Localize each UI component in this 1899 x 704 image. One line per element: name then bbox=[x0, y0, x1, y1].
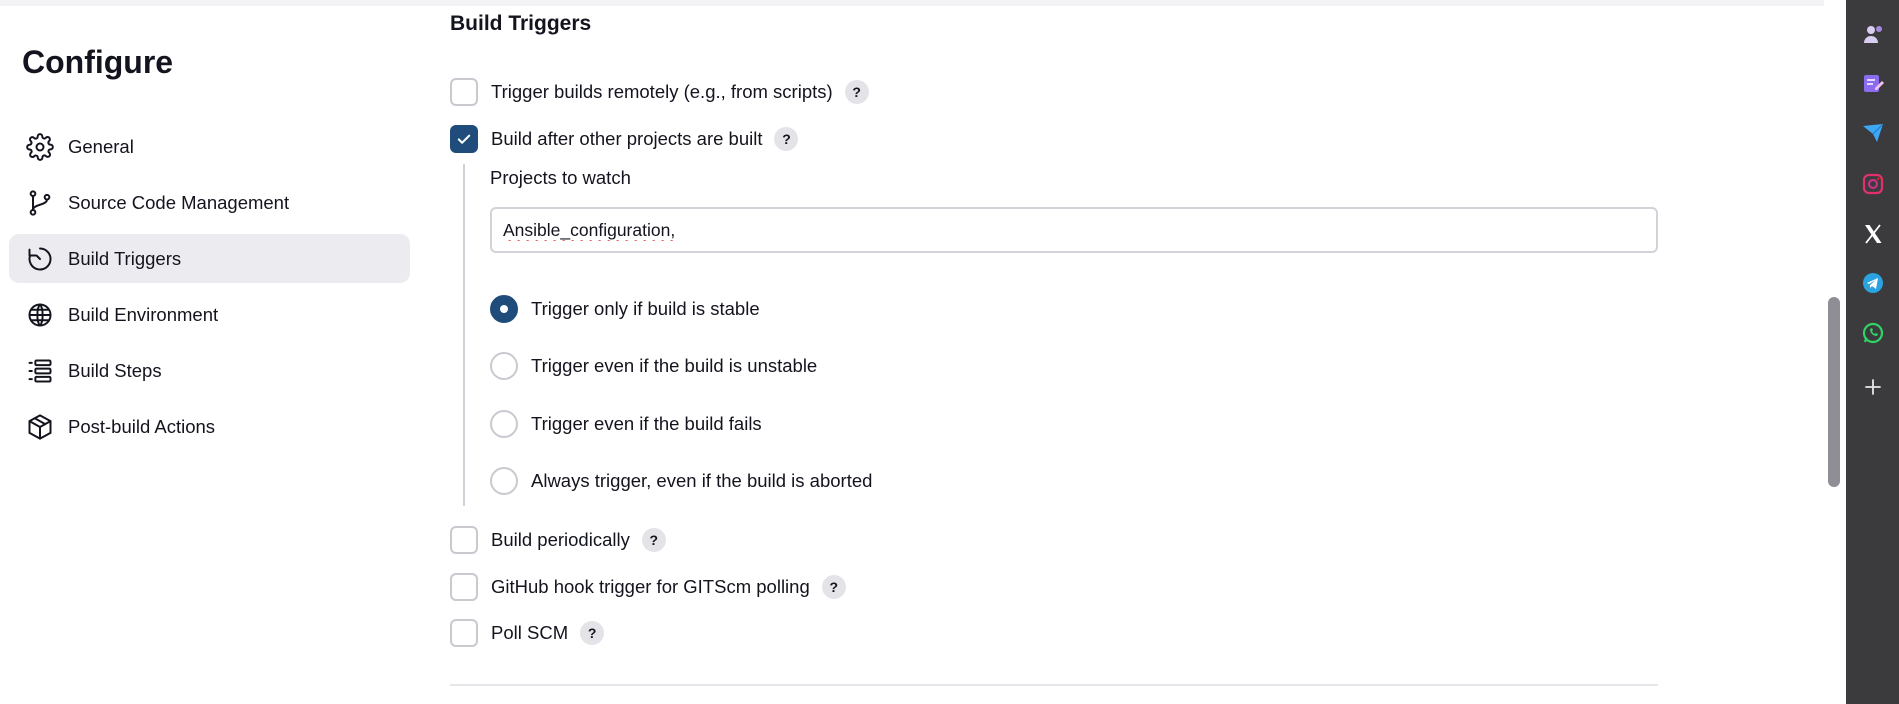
nav-item-source-code-management[interactable]: Source Code Management bbox=[9, 178, 410, 227]
nav-item-post-build-actions[interactable]: Post-build Actions bbox=[9, 402, 410, 451]
github-hook-row: GitHub hook trigger for GITScm polling ? bbox=[450, 573, 846, 601]
trigger-remote-checkbox[interactable] bbox=[450, 78, 478, 106]
nav-item-build-steps[interactable]: Build Steps bbox=[9, 346, 410, 395]
poll-scm-checkbox[interactable] bbox=[450, 619, 478, 647]
projects-to-watch-input[interactable] bbox=[490, 207, 1658, 253]
nav-item-label: Build Steps bbox=[68, 359, 162, 381]
poll-scm-label[interactable]: Poll SCM bbox=[491, 622, 568, 644]
help-icon[interactable]: ? bbox=[844, 80, 869, 104]
globe-icon bbox=[25, 300, 55, 330]
nav-item-label: General bbox=[68, 135, 134, 157]
scrollbar-thumb[interactable] bbox=[1828, 297, 1840, 487]
projects-to-watch-label: Projects to watch bbox=[490, 167, 631, 188]
send-icon[interactable] bbox=[1860, 120, 1886, 146]
section-divider bbox=[450, 684, 1658, 686]
clock-icon bbox=[25, 244, 55, 274]
build-after-other-label[interactable]: Build after other projects are built bbox=[491, 128, 762, 150]
profile-icon[interactable] bbox=[1860, 21, 1886, 47]
radio-dot bbox=[500, 305, 508, 313]
section-title: Build Triggers bbox=[450, 12, 592, 35]
check-icon bbox=[457, 134, 471, 144]
build-periodically-label[interactable]: Build periodically bbox=[491, 529, 630, 551]
radio-button[interactable] bbox=[490, 410, 518, 438]
x-icon[interactable] bbox=[1860, 221, 1886, 247]
trigger-option-label[interactable]: Trigger only if build is stable bbox=[531, 298, 760, 320]
top-strip bbox=[0, 0, 1824, 6]
trigger-option-label[interactable]: Trigger even if the build is unstable bbox=[531, 355, 817, 377]
nested-options-rule bbox=[463, 164, 465, 506]
add-icon[interactable] bbox=[1860, 374, 1886, 400]
trigger-remote-label[interactable]: Trigger builds remotely (e.g., from scri… bbox=[491, 81, 833, 103]
trigger-option-unstable[interactable]: Trigger even if the build is unstable bbox=[490, 352, 817, 380]
nav-item-label: Build Triggers bbox=[68, 247, 182, 269]
build-periodically-row: Build periodically ? bbox=[450, 526, 666, 554]
nav-item-label: Post-build Actions bbox=[68, 415, 216, 437]
whatsapp-icon[interactable] bbox=[1860, 320, 1886, 346]
poll-scm-row: Poll SCM ? bbox=[450, 619, 605, 647]
nav-item-general[interactable]: General bbox=[9, 122, 410, 171]
trigger-option-label[interactable]: Always trigger, even if the build is abo… bbox=[531, 470, 872, 492]
page-title: Configure bbox=[22, 44, 174, 80]
nav-item-label: Source Code Management bbox=[68, 191, 290, 213]
build-after-other-checkbox[interactable] bbox=[450, 125, 478, 153]
gear-icon bbox=[25, 132, 55, 162]
help-icon[interactable]: ? bbox=[821, 575, 846, 599]
trigger-option-label[interactable]: Trigger even if the build fails bbox=[531, 413, 762, 435]
help-icon[interactable]: ? bbox=[580, 621, 605, 645]
build-periodically-checkbox[interactable] bbox=[450, 526, 478, 554]
help-icon[interactable]: ? bbox=[774, 127, 799, 151]
browser-sidebar bbox=[1846, 0, 1899, 704]
help-icon[interactable]: ? bbox=[641, 528, 666, 552]
instagram-icon[interactable] bbox=[1860, 171, 1886, 197]
nav-item-label: Build Environment bbox=[68, 303, 219, 325]
build-after-other-row: Build after other projects are built ? bbox=[450, 125, 799, 153]
github-hook-label[interactable]: GitHub hook trigger for GITScm polling bbox=[491, 576, 810, 598]
list-icon bbox=[25, 356, 55, 386]
trigger-option-fails[interactable]: Trigger even if the build fails bbox=[490, 410, 762, 438]
notes-icon[interactable] bbox=[1860, 70, 1886, 96]
trigger-option-stable[interactable]: Trigger only if build is stable bbox=[490, 295, 760, 323]
branch-icon bbox=[25, 188, 55, 218]
nav-item-build-triggers[interactable]: Build Triggers bbox=[9, 234, 410, 283]
trigger-option-aborted[interactable]: Always trigger, even if the build is abo… bbox=[490, 467, 872, 495]
telegram-icon[interactable] bbox=[1860, 270, 1886, 296]
package-icon bbox=[25, 412, 55, 442]
radio-button[interactable] bbox=[490, 352, 518, 380]
nav-item-build-environment[interactable]: Build Environment bbox=[9, 290, 410, 339]
radio-button[interactable] bbox=[490, 467, 518, 495]
trigger-remote-row: Trigger builds remotely (e.g., from scri… bbox=[450, 78, 869, 106]
radio-button[interactable] bbox=[490, 295, 518, 323]
github-hook-checkbox[interactable] bbox=[450, 573, 478, 601]
config-nav: General Source Code Management Build Tri… bbox=[9, 122, 410, 458]
